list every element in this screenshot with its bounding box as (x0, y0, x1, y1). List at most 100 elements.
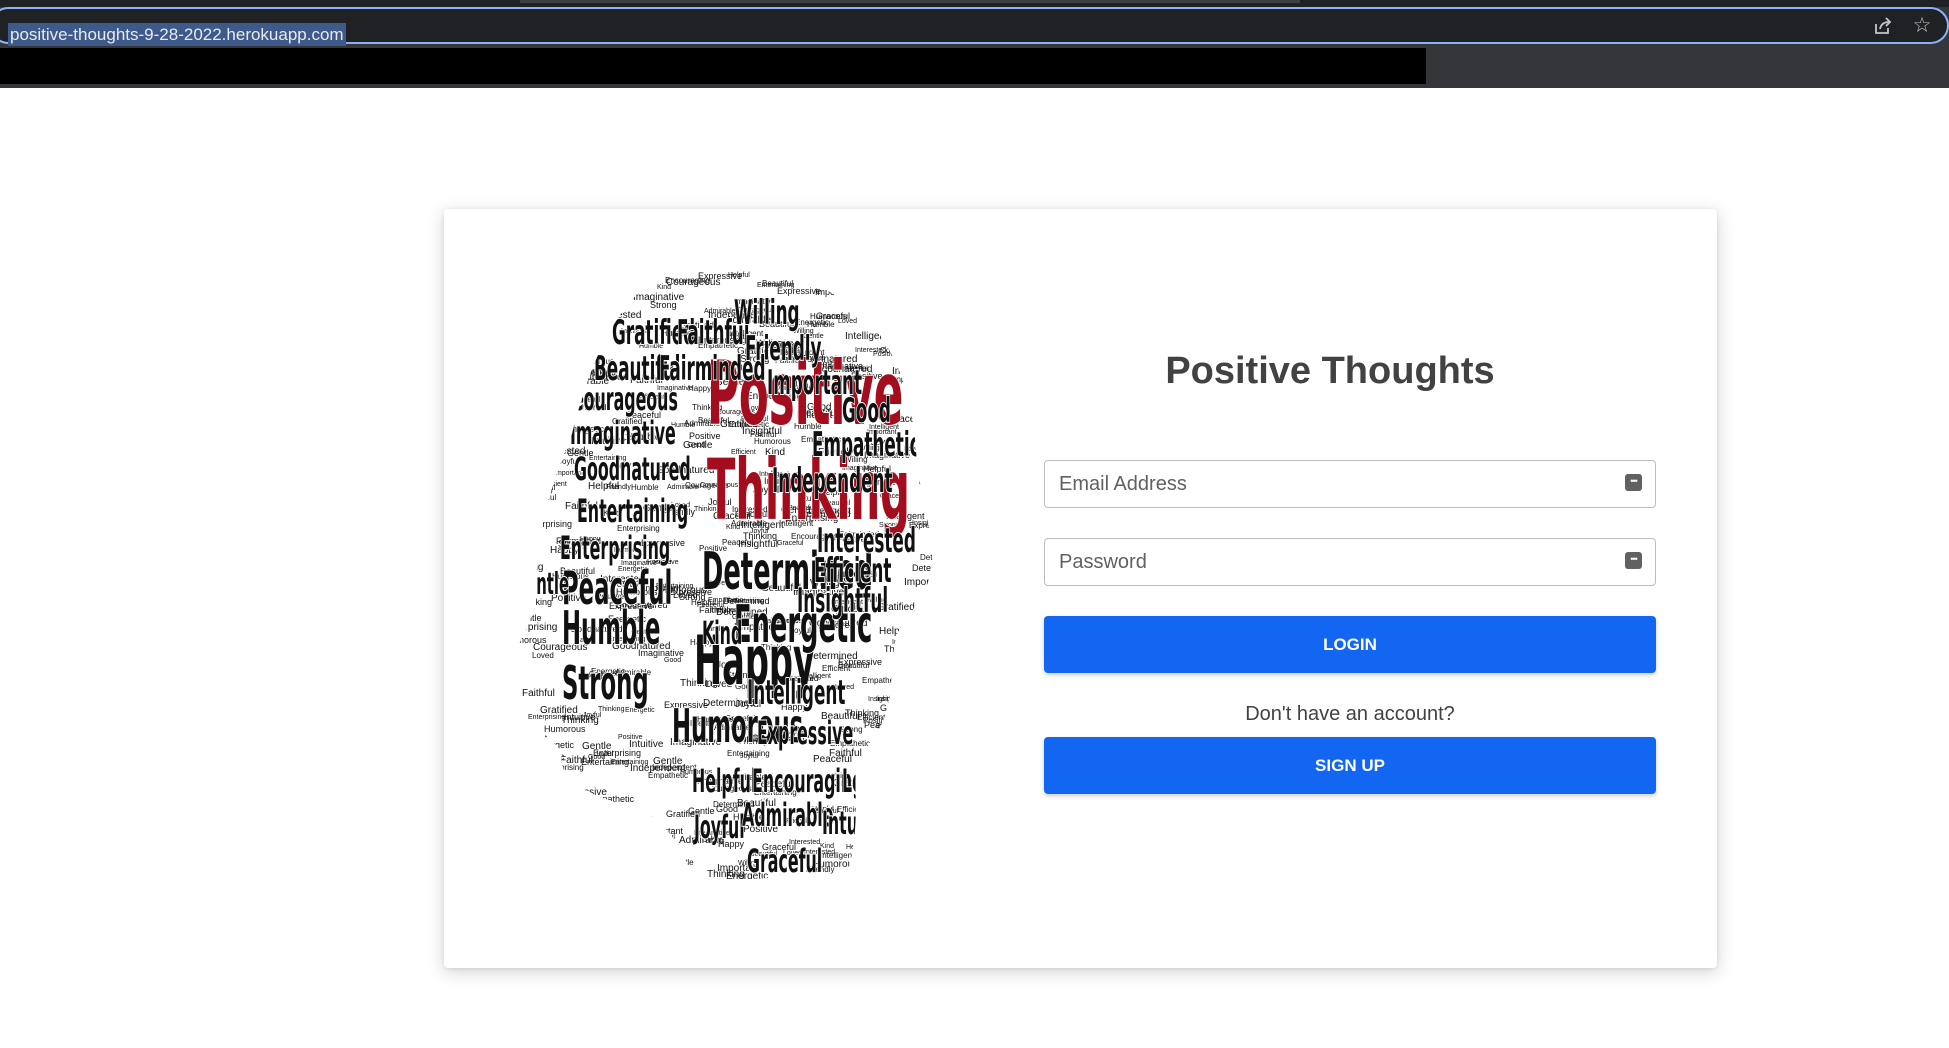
word-cloud-filler-word: Important (874, 273, 916, 284)
word-cloud-filler-word: Important (608, 850, 643, 859)
word-cloud-filler-word: Entertaining (968, 528, 982, 539)
word-cloud-filler-word: Thinking (707, 869, 745, 880)
word-cloud-filler-word: Humble (957, 820, 981, 827)
word-cloud-filler-word: Gentle (513, 359, 540, 369)
word-cloud-filler-word: Strong (957, 360, 982, 370)
word-cloud-filler-word: Empathetic (511, 477, 547, 484)
word-cloud-filler-word: Fairminded (952, 585, 982, 592)
word-cloud-filler-word: Peaceful (547, 395, 586, 406)
word-cloud-filler-word: Helpful (957, 796, 979, 803)
word-cloud-filler-word: Intelligent (928, 386, 971, 397)
word-cloud-filler-word: Humble (809, 271, 833, 278)
word-cloud-filler-word: Empathetic (896, 856, 936, 865)
word-cloud-filler-word: Entertaining (535, 367, 572, 374)
word-cloud-word: Courageous (572, 381, 678, 418)
word-cloud-filler-word: Independent (947, 468, 982, 478)
word-cloud-filler-word: Insightful (876, 696, 904, 703)
word-cloud-word: Willing (734, 294, 800, 332)
word-cloud-filler-word: Courageous (936, 514, 982, 525)
word-cloud-word: Empathetic (812, 426, 920, 464)
signup-button[interactable]: SIGN UP (1044, 737, 1656, 794)
word-cloud-filler-word: Thinking (537, 334, 564, 341)
word-cloud-filler-word: Goodnatured (860, 280, 907, 289)
word-cloud-filler-word: Intelligent (512, 780, 547, 789)
word-cloud-filler-word: Friendly (948, 735, 973, 742)
word-cloud-filler-word: Good (952, 700, 969, 707)
word-cloud-filler-word: Important (645, 826, 684, 836)
star-icon[interactable]: ☆ (1911, 14, 1933, 36)
word-cloud-filler-word: Enterprising (937, 797, 982, 807)
word-cloud-filler-word: Joyful (590, 864, 609, 871)
word-cloud-filler-word: Faithful (556, 403, 579, 410)
word-cloud-filler-word: Peaceful (953, 542, 982, 553)
share-icon[interactable] (1872, 15, 1894, 37)
word-cloud-filler-word: Imaginative (571, 838, 607, 845)
word-cloud-filler-word: Strong (928, 698, 957, 709)
address-bar[interactable]: positive-thoughts-9-28-2022.herokuapp.co… (0, 7, 1949, 46)
no-account-text: Don't have an account? (1245, 703, 1455, 725)
word-cloud-filler-word: Joyful (583, 712, 602, 719)
word-cloud-filler-word: Enterprising (541, 763, 584, 772)
word-cloud-filler-word: Friendly (508, 419, 533, 426)
word-cloud-filler-word: Good (910, 812, 932, 822)
word-cloud-filler-word: Goodnatured (890, 724, 943, 734)
password-field[interactable] (1044, 538, 1656, 586)
word-cloud-filler-word: Thinking (544, 310, 582, 321)
word-cloud-filler-word: Fairminded (573, 801, 613, 810)
word-cloud-filler-word: Graceful (816, 311, 850, 321)
word-cloud-filler-word: Graceful (937, 669, 975, 680)
password-input[interactable] (1059, 539, 1619, 585)
word-cloud-filler-word: Peaceful (907, 618, 938, 627)
word-cloud-filler-word: Joyful (900, 729, 924, 739)
word-cloud-word: Humble (562, 602, 660, 655)
word-cloud-filler-word: Gratified (919, 480, 946, 487)
word-cloud-filler-word: Independent (900, 697, 939, 704)
word-cloud-word: Enterprising (560, 530, 670, 567)
word-cloud-filler-word: Positive (516, 402, 551, 413)
word-cloud-filler-word: Energetic (522, 752, 564, 763)
word-cloud-filler-word: Strong (952, 791, 973, 798)
url-text[interactable]: positive-thoughts-9-28-2022.herokuapp.co… (8, 23, 346, 46)
word-cloud-filler-word: Energetic (536, 740, 575, 750)
word-cloud-filler-word: Happy (557, 382, 580, 391)
word-cloud-filler-word: Joyful (962, 491, 982, 501)
word-cloud-filler-word: Empathetic (929, 803, 975, 813)
word-cloud-filler-word: Happy (959, 315, 982, 326)
word-cloud-filler-word: Faithful (504, 577, 530, 586)
word-cloud-filler-word: Empathetic (862, 676, 902, 685)
login-button[interactable]: LOGIN (1044, 616, 1656, 673)
word-cloud-filler-word: Goodnatured (969, 282, 982, 293)
word-cloud-filler-word: Goodnatured (528, 424, 575, 433)
word-cloud-filler-word: Intelligent (784, 267, 814, 274)
word-cloud-word: Good (842, 392, 891, 430)
word-cloud-filler-word: Graceful (521, 289, 559, 300)
word-cloud-filler-word: Positive (502, 567, 531, 576)
word-cloud-filler-word: Enterprising (524, 519, 572, 529)
tab-strip (0, 0, 1949, 7)
word-cloud-filler-word: Fairminded (814, 266, 854, 275)
word-cloud-filler-word: Empathetic (533, 301, 573, 310)
word-cloud-filler-word: Beautiful (952, 561, 982, 572)
word-cloud-filler-word: Strong (933, 282, 957, 291)
word-cloud-filler-word: Important (796, 878, 838, 884)
word-cloud-filler-word: Helpful (879, 626, 910, 637)
word-cloud-filler-word: Interested (892, 639, 923, 646)
word-cloud-filler-word: Empathetic (535, 404, 571, 411)
word-cloud-filler-word: Kind (920, 681, 936, 690)
word-cloud-filler-word: Gratified (880, 703, 914, 713)
word-cloud-filler-word: Friendly (513, 477, 546, 487)
password-manager-icon[interactable] (1625, 474, 1642, 491)
word-cloud-filler-word: Good (878, 723, 898, 732)
tab-strip-line (520, 0, 1300, 3)
word-cloud-filler-word: Energetic (507, 755, 537, 762)
password-manager-icon[interactable] (1625, 552, 1642, 569)
word-cloud-word: Strong (562, 657, 649, 710)
word-cloud-filler-word: Kind (916, 643, 930, 650)
word-cloud-filler-word: Loved (564, 271, 589, 281)
word-cloud-filler-word: Gentle (653, 756, 683, 767)
email-input[interactable] (1059, 461, 1619, 507)
word-cloud-filler-word: Enterprising (962, 270, 982, 277)
word-cloud-filler-word: Humble (922, 619, 946, 626)
word-cloud-filler-word: Important (904, 577, 946, 588)
email-field[interactable] (1044, 460, 1656, 508)
